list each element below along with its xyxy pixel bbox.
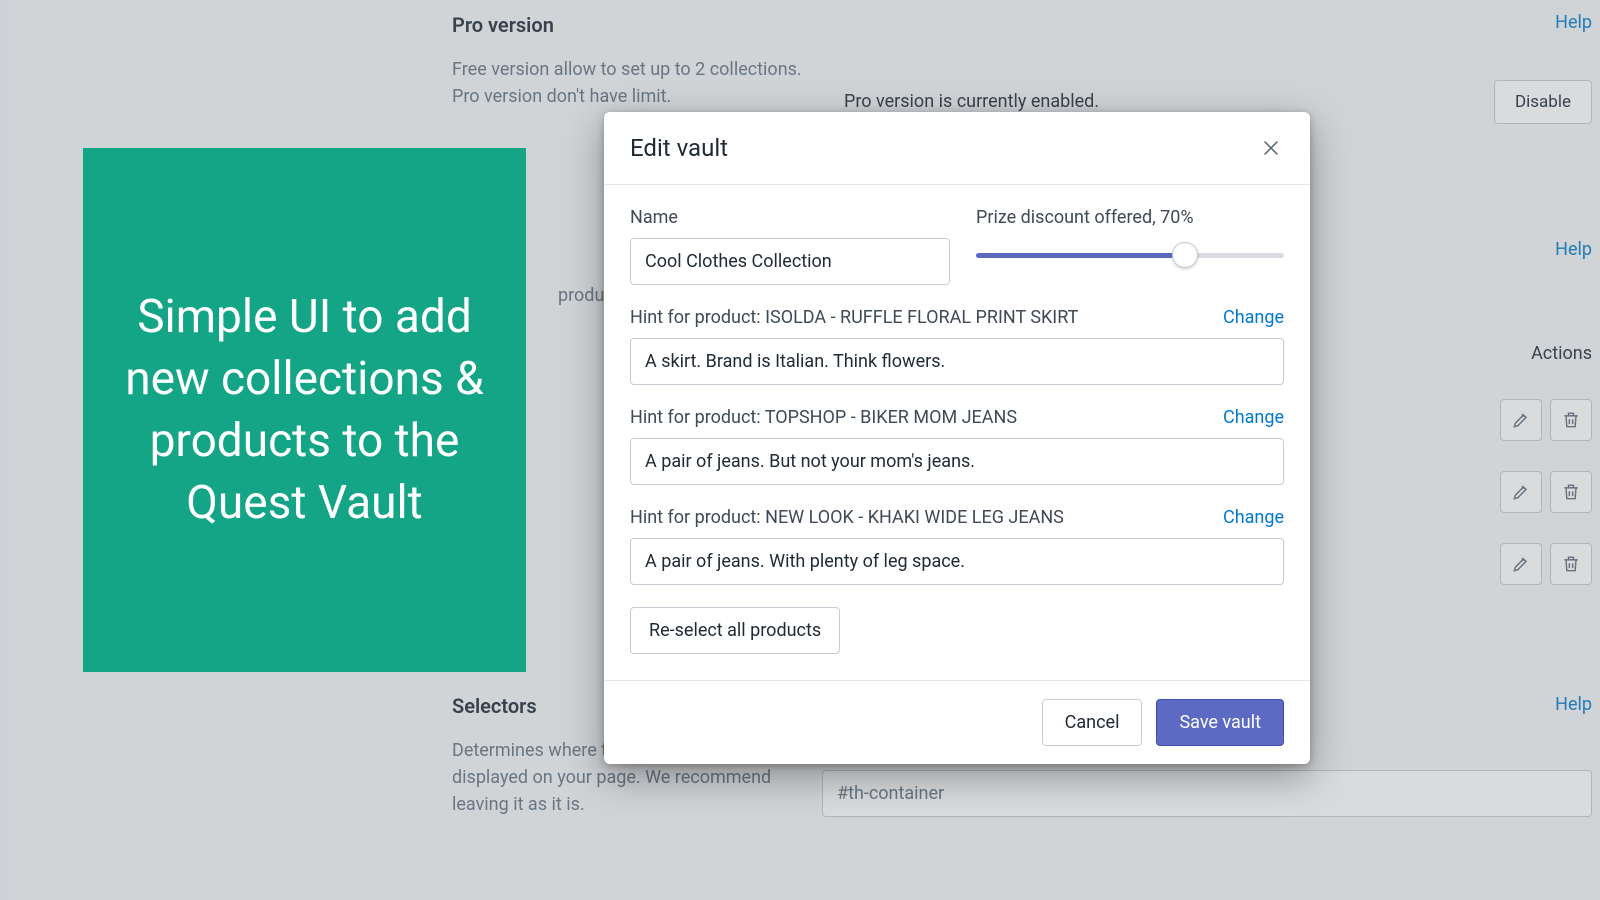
name-input[interactable] (630, 238, 950, 285)
hint-3-change-link[interactable]: Change (1223, 507, 1284, 528)
hint-1-change-link[interactable]: Change (1223, 307, 1284, 328)
promo-callout-text: Simple UI to add new collections & produ… (119, 286, 490, 534)
save-vault-button[interactable]: Save vault (1156, 699, 1284, 746)
slider-thumb[interactable] (1172, 242, 1198, 268)
cancel-button-label: Cancel (1065, 712, 1120, 733)
left-edge-strip (0, 0, 12, 900)
close-icon (1260, 137, 1282, 159)
reselect-products-button[interactable]: Re-select all products (630, 607, 840, 654)
cancel-button[interactable]: Cancel (1042, 699, 1143, 746)
save-vault-button-label: Save vault (1179, 712, 1261, 733)
hint-3-label: Hint for product: NEW LOOK - KHAKI WIDE … (630, 507, 1064, 528)
slider-fill (976, 253, 1185, 258)
hint-2-change-link[interactable]: Change (1223, 407, 1284, 428)
close-button[interactable] (1258, 135, 1284, 161)
hint-2-label: Hint for product: TOPSHOP - BIKER MOM JE… (630, 407, 1017, 428)
hint-1-input[interactable] (630, 338, 1284, 385)
name-label: Name (630, 207, 950, 228)
edit-vault-modal: Edit vault Name Prize discount offered, … (604, 112, 1310, 764)
hint-1-label: Hint for product: ISOLDA - RUFFLE FLORAL… (630, 307, 1078, 328)
promo-callout: Simple UI to add new collections & produ… (83, 148, 526, 672)
discount-label: Prize discount offered, 70% (976, 207, 1284, 228)
hint-3-input[interactable] (630, 538, 1284, 585)
modal-header: Edit vault (604, 112, 1310, 185)
modal-body: Name Prize discount offered, 70% Hint fo… (604, 185, 1310, 680)
modal-footer: Cancel Save vault (604, 680, 1310, 764)
modal-title: Edit vault (630, 134, 728, 162)
reselect-products-label: Re-select all products (649, 620, 821, 641)
discount-slider[interactable] (976, 238, 1284, 272)
hint-2-input[interactable] (630, 438, 1284, 485)
